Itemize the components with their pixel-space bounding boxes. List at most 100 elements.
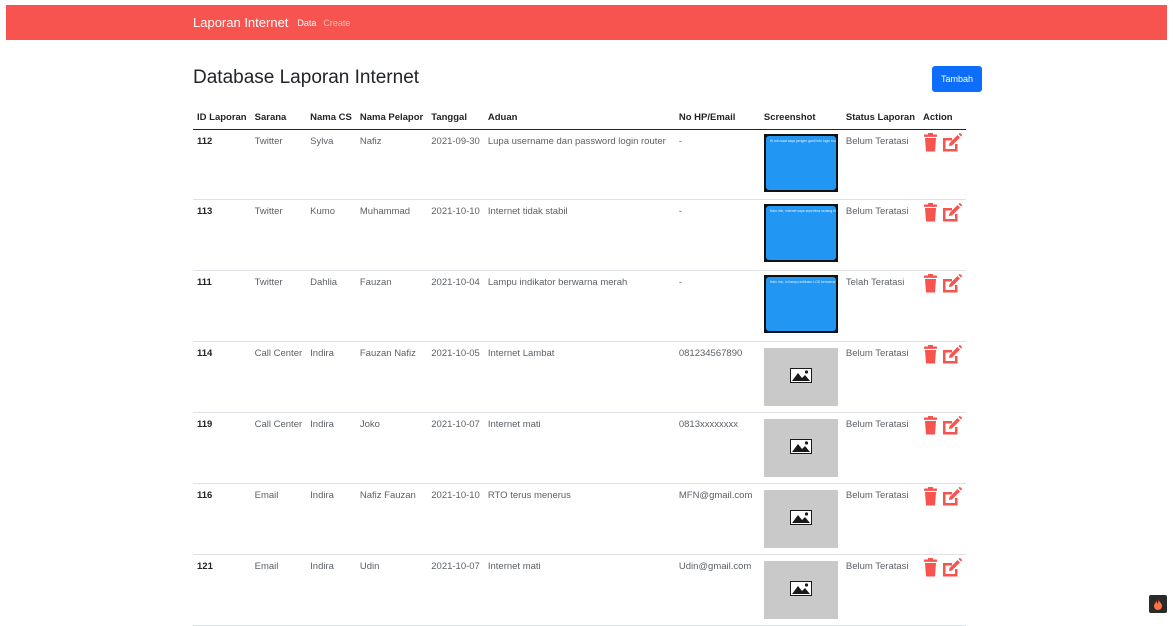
cell-pelapor: Joko bbox=[355, 412, 428, 484]
image-placeholder-icon bbox=[789, 367, 812, 386]
cell-aduan: Lupa username dan password login router bbox=[483, 129, 675, 200]
nav-link-data[interactable]: Data bbox=[297, 18, 316, 28]
cell-aduan: Internet mati bbox=[483, 412, 675, 484]
cell-cs: Indira bbox=[306, 341, 356, 413]
trash-icon[interactable] bbox=[923, 132, 938, 155]
cell-cs: Indira bbox=[306, 483, 356, 555]
cell-screenshot: Halo min, internet saya seperlima sedang… bbox=[759, 199, 842, 271]
edit-icon[interactable] bbox=[941, 557, 963, 580]
cell-screenshot bbox=[759, 554, 842, 626]
cell-cs: Indira bbox=[306, 412, 356, 484]
col-nama-pelapor: Nama Pelapor bbox=[355, 107, 428, 130]
image-placeholder-icon bbox=[789, 509, 812, 528]
reports-table: ID Laporan Sarana Nama CS Nama Pelapor T… bbox=[193, 107, 967, 626]
screenshot-thumbnail[interactable]: Halo min, ini lampu indikator LOS berwar… bbox=[763, 274, 838, 333]
add-button[interactable]: Tambah bbox=[932, 66, 982, 92]
cell-status: Belum Teratasi bbox=[841, 412, 920, 484]
cell-sarana: Call Center bbox=[250, 412, 307, 484]
cell-id: 113 bbox=[193, 199, 251, 271]
cell-screenshot: Hi min saat saya pengen ganti info login… bbox=[759, 129, 842, 200]
cell-sarana: Twitter bbox=[250, 270, 307, 342]
screenshot-placeholder[interactable] bbox=[763, 347, 838, 406]
cell-pelapor: Fauzan bbox=[355, 270, 428, 342]
col-tanggal: Tanggal bbox=[427, 107, 484, 130]
cell-cs: Sylva bbox=[306, 129, 356, 200]
screenshot-placeholder[interactable] bbox=[763, 560, 838, 619]
edit-icon[interactable] bbox=[941, 273, 963, 296]
app-badge-icon[interactable] bbox=[1149, 595, 1167, 613]
screenshot-placeholder[interactable] bbox=[763, 489, 838, 548]
cell-id: 112 bbox=[193, 129, 251, 200]
cell-kontak: Udin@gmail.com bbox=[674, 554, 760, 626]
table-row: 113 Twitter Kumo Muhammad 2021-10-10 Internet… bbox=[193, 199, 967, 271]
cell-action bbox=[919, 483, 967, 555]
cell-tanggal: 2021-09-30 bbox=[427, 129, 484, 200]
cell-action bbox=[919, 129, 967, 200]
trash-icon[interactable] bbox=[923, 557, 938, 580]
table-row: 114 Call Center Indira Fauzan Nafiz 2021-10-… bbox=[193, 341, 967, 413]
screenshot-placeholder[interactable] bbox=[763, 418, 838, 477]
cell-sarana: Twitter bbox=[250, 199, 307, 271]
cell-id: 111 bbox=[193, 270, 251, 342]
col-kontak: No HP/Email bbox=[674, 107, 760, 130]
cell-aduan: Internet tidak stabil bbox=[483, 199, 675, 271]
cell-status: Belum Teratasi bbox=[841, 199, 920, 271]
table-row: 121 Email Indira Udin 2021-10-07 Internet mat… bbox=[193, 554, 967, 626]
cell-pelapor: Udin bbox=[355, 554, 428, 626]
cell-tanggal: 2021-10-05 bbox=[427, 341, 484, 413]
trash-icon[interactable] bbox=[923, 273, 938, 296]
cell-id: 116 bbox=[193, 483, 251, 555]
col-sarana: Sarana bbox=[250, 107, 307, 130]
edit-icon[interactable] bbox=[941, 202, 963, 225]
cell-screenshot: Halo min, ini lampu indikator LOS berwar… bbox=[759, 270, 842, 342]
col-status: Status Laporan bbox=[841, 107, 920, 130]
edit-icon[interactable] bbox=[941, 344, 963, 367]
trash-icon[interactable] bbox=[923, 202, 938, 225]
cell-sarana: Twitter bbox=[250, 129, 307, 200]
trash-icon[interactable] bbox=[923, 344, 938, 367]
cell-tanggal: 2021-10-10 bbox=[427, 199, 484, 271]
navbar-brand[interactable]: Laporan Internet bbox=[193, 15, 288, 30]
cell-pelapor: Nafiz bbox=[355, 129, 428, 200]
screenshot-thumbnail[interactable]: Halo min, internet saya seperlima sedang… bbox=[763, 203, 838, 262]
cell-screenshot bbox=[759, 483, 842, 555]
cell-status: Belum Teratasi bbox=[841, 129, 920, 200]
col-id: ID Laporan bbox=[193, 107, 251, 130]
cell-aduan: Internet mati bbox=[483, 554, 675, 626]
cell-cs: Indira bbox=[306, 554, 356, 626]
cell-sarana: Email bbox=[250, 483, 307, 555]
cell-kontak: - bbox=[674, 199, 760, 271]
cell-tanggal: 2021-10-07 bbox=[427, 554, 484, 626]
cell-status: Belum Teratasi bbox=[841, 554, 920, 626]
trash-icon[interactable] bbox=[923, 486, 938, 509]
table-header-row: ID Laporan Sarana Nama CS Nama Pelapor T… bbox=[193, 107, 967, 130]
cell-kontak: - bbox=[674, 129, 760, 200]
cell-pelapor: Muhammad bbox=[355, 199, 428, 271]
edit-icon[interactable] bbox=[941, 415, 963, 438]
image-placeholder-icon bbox=[789, 438, 812, 457]
cell-kontak: 081234567890 bbox=[674, 341, 760, 413]
edit-icon[interactable] bbox=[941, 486, 963, 509]
cell-kontak: - bbox=[674, 270, 760, 342]
cell-action bbox=[919, 341, 967, 413]
cell-screenshot bbox=[759, 412, 842, 484]
edit-icon[interactable] bbox=[941, 132, 963, 155]
cell-kontak: MFN@gmail.com bbox=[674, 483, 760, 555]
cell-id: 121 bbox=[193, 554, 251, 626]
screenshot-thumbnail[interactable]: Hi min saat saya pengen ganti info login… bbox=[763, 133, 838, 192]
cell-pelapor: Fauzan Nafiz bbox=[355, 341, 428, 413]
table-row: 116 Email Indira Nafiz Fauzan 2021-10-10 RTO … bbox=[193, 483, 967, 555]
cell-status: Telah Teratasi bbox=[841, 270, 920, 342]
cell-action bbox=[919, 199, 967, 271]
col-nama-cs: Nama CS bbox=[306, 107, 356, 130]
page-title: Database Laporan Internet bbox=[193, 67, 420, 88]
trash-icon[interactable] bbox=[923, 415, 938, 438]
cell-screenshot bbox=[759, 341, 842, 413]
table-row: 112 Twitter Sylva Nafiz 2021-09-30 Lupa usern… bbox=[193, 129, 967, 200]
cell-aduan: Internet Lambat bbox=[483, 341, 675, 413]
cell-aduan: Lampu indikator berwarna merah bbox=[483, 270, 675, 342]
cell-kontak: 0813xxxxxxxx bbox=[674, 412, 760, 484]
flame-icon bbox=[1154, 598, 1162, 610]
cell-sarana: Call Center bbox=[250, 341, 307, 413]
nav-link-create[interactable]: Create bbox=[323, 18, 350, 28]
